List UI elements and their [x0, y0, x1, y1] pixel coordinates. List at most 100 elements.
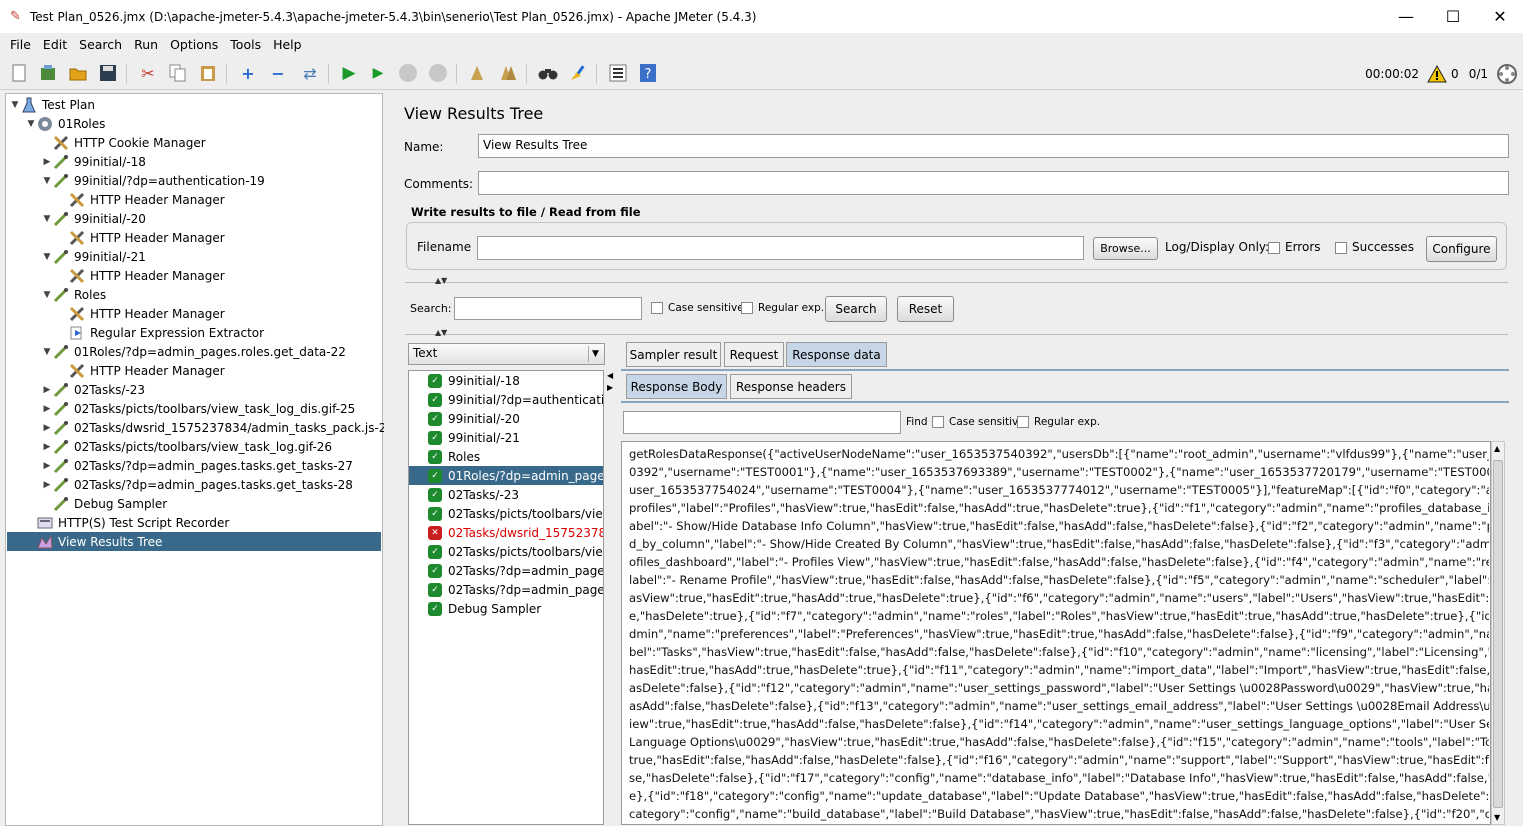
tree-node[interactable]: ▼ 01Roles/?dp=admin_pages.roles.get_data-… [7, 342, 346, 361]
sample-result-item[interactable]: ✓ 01Roles/?dp=admin_pages [409, 466, 603, 485]
sample-result-item[interactable]: ✓ 02Tasks/-23 [409, 485, 603, 504]
tree-node[interactable]: ▶ 02Tasks/dwsrid_1575237834/admin_tasks_p… [7, 418, 394, 437]
tree-node[interactable]: ▶ 02Tasks/picts/toolbars/view_task_log_di… [7, 399, 355, 418]
find-regular-exp-checkbox[interactable]: Regular exp. [1017, 416, 1100, 428]
case-sensitive-checkbox[interactable]: Case sensitive [651, 302, 744, 314]
tree-node[interactable]: ▶ 02Tasks/-23 [7, 380, 145, 399]
tree-node[interactable]: ▶ 02Tasks/?dp=admin_pages.tasks.get_tasks… [7, 456, 353, 475]
toggle-icon[interactable]: ⇄ [299, 62, 321, 84]
renderer-select[interactable]: Text ▼ [408, 343, 605, 365]
close-button[interactable]: ✕ [1477, 0, 1523, 33]
name-field[interactable]: View Results Tree [478, 134, 1509, 158]
split-pane-divider[interactable] [384, 93, 394, 826]
tab-response-body[interactable]: Response Body [626, 374, 727, 399]
divider-arrows-icon[interactable]: ▲▼ [435, 276, 447, 285]
browse-button[interactable]: Browse... [1093, 237, 1158, 260]
divider-top[interactable] [405, 282, 1508, 283]
sample-result-item[interactable]: ✓ 99initial/-18 [409, 371, 603, 390]
tree-node[interactable]: ▼ Test Plan [7, 95, 95, 114]
copy-icon[interactable] [167, 62, 189, 84]
start-icon[interactable]: ▶ [338, 62, 360, 84]
sample-result-item[interactable]: ✓ 99initial/-21 [409, 428, 603, 447]
expanded-toggle-icon[interactable]: ▼ [25, 119, 37, 129]
tree-node[interactable]: ▼ 99initial/-21 [7, 247, 146, 266]
configure-button[interactable]: Configure [1426, 236, 1497, 262]
find-case-sensitive-checkbox[interactable]: Case sensitive [932, 416, 1025, 428]
search-icon[interactable] [537, 62, 559, 84]
tree-node[interactable]: Debug Sampler [7, 494, 167, 513]
tree-node[interactable]: HTTP Header Manager [7, 228, 225, 247]
sample-result-item[interactable]: ✓ Debug Sampler [409, 599, 603, 618]
divider-bottom[interactable] [405, 334, 1508, 335]
collapsed-toggle-icon[interactable]: ▶ [41, 423, 53, 433]
tree-node[interactable]: HTTP Header Manager [7, 266, 225, 285]
tab-request[interactable]: Request [724, 342, 784, 367]
expanded-toggle-icon[interactable]: ▼ [41, 214, 53, 224]
save-icon[interactable] [97, 62, 119, 84]
function-helper-icon[interactable] [607, 62, 629, 84]
minimize-button[interactable]: — [1383, 0, 1429, 33]
regular-exp-checkbox[interactable]: Regular exp. [741, 302, 824, 314]
menu-tools[interactable]: Tools [230, 37, 261, 52]
errors-checkbox[interactable]: Errors [1268, 240, 1321, 254]
collapse-left-icon[interactable]: ◀ [607, 371, 613, 380]
menu-edit[interactable]: Edit [43, 37, 67, 52]
tab-sampler-result[interactable]: Sampler result [626, 342, 721, 367]
sample-result-item[interactable]: ✓ 99initial/?dp=authentication- [409, 390, 603, 409]
tree-node[interactable]: ▼ Roles [7, 285, 106, 304]
templates-icon[interactable] [37, 62, 59, 84]
paste-icon[interactable] [197, 62, 219, 84]
new-icon[interactable] [8, 62, 30, 84]
open-icon[interactable] [67, 62, 89, 84]
collapsed-toggle-icon[interactable]: ▶ [41, 442, 53, 452]
menu-options[interactable]: Options [170, 37, 218, 52]
collapsed-toggle-icon[interactable]: ▶ [41, 480, 53, 490]
find-field[interactable] [623, 411, 901, 434]
start-no-pauses-icon[interactable]: ▶ [367, 62, 389, 84]
menu-file[interactable]: File [10, 37, 31, 52]
search-button[interactable]: Search [825, 296, 887, 322]
sample-result-item[interactable]: ✓ 02Tasks/?dp=admin_pages [409, 580, 603, 599]
scroll-down-icon[interactable]: ▼ [1494, 813, 1500, 822]
collapsed-toggle-icon[interactable]: ▶ [41, 404, 53, 414]
sample-result-item[interactable]: ✕ 02Tasks/dwsrid_157523783 [409, 523, 603, 542]
collapsed-toggle-icon[interactable]: ▶ [41, 157, 53, 167]
successes-checkbox[interactable]: Successes [1335, 240, 1414, 254]
tree-node[interactable]: Regular Expression Extractor [7, 323, 264, 342]
filename-field[interactable] [477, 236, 1084, 260]
expanded-toggle-icon[interactable]: ▼ [41, 290, 53, 300]
tree-node[interactable]: ▼ 01Roles [7, 114, 105, 133]
clear-icon[interactable] [466, 62, 488, 84]
search-field[interactable] [454, 297, 642, 320]
comments-field[interactable] [478, 171, 1509, 195]
collapsed-toggle-icon[interactable]: ▶ [41, 461, 53, 471]
tree-node[interactable]: HTTP(S) Test Script Recorder [7, 513, 229, 532]
menu-search[interactable]: Search [79, 37, 122, 52]
warning-icon[interactable] [1427, 65, 1447, 83]
response-scrollbar[interactable]: ▲ ▼ [1491, 441, 1505, 825]
help-icon[interactable]: ? [637, 62, 659, 84]
expanded-toggle-icon[interactable]: ▼ [9, 100, 21, 110]
expand-right-icon[interactable]: ▶ [607, 383, 613, 392]
divider-arrows-icon[interactable]: ▲▼ [435, 328, 447, 337]
tree-node[interactable]: ▶ 02Tasks/picts/toolbars/view_task_log.gi… [7, 437, 332, 456]
tab-response-data[interactable]: Response data [786, 342, 887, 367]
sample-result-item[interactable]: ✓ 99initial/-20 [409, 409, 603, 428]
tree-node[interactable]: ▶ 02Tasks/?dp=admin_pages.tasks.get_tasks… [7, 475, 353, 494]
maximize-button[interactable]: ☐ [1430, 0, 1476, 33]
sample-result-item[interactable]: ✓ Roles [409, 447, 603, 466]
reset-search-icon[interactable] [567, 62, 589, 84]
collapsed-toggle-icon[interactable]: ▶ [41, 385, 53, 395]
sample-result-item[interactable]: ✓ 02Tasks/picts/toolbars/view_ [409, 542, 603, 561]
shutdown-icon[interactable] [427, 62, 449, 84]
menu-run[interactable]: Run [134, 37, 158, 52]
tree-node[interactable]: HTTP Header Manager [7, 361, 225, 380]
reset-button[interactable]: Reset [897, 296, 954, 322]
tree-node[interactable]: HTTP Header Manager [7, 190, 225, 209]
tree-node[interactable]: View Results Tree [7, 532, 381, 551]
clear-all-icon[interactable] [497, 62, 519, 84]
expanded-toggle-icon[interactable]: ▼ [41, 252, 53, 262]
cut-icon[interactable]: ✂ [137, 62, 159, 84]
tree-node[interactable]: HTTP Cookie Manager [7, 133, 206, 152]
expand-all-icon[interactable]: + [237, 62, 259, 84]
